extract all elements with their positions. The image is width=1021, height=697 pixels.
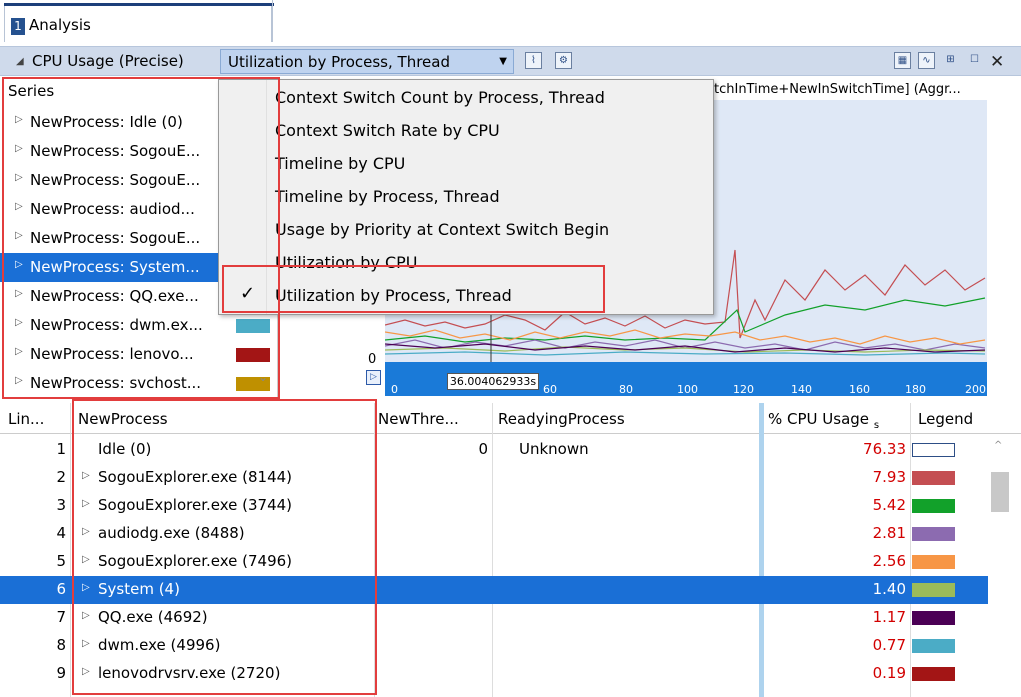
menu-item[interactable]: Timeline by CPU (275, 154, 405, 173)
series-line-dwm (385, 351, 986, 356)
graph-title[interactable]: CPU Usage (Precise) (32, 52, 184, 70)
y-axis-zero-label: 0 (368, 352, 377, 367)
row-legend-swatch[interactable] (912, 499, 955, 513)
row-cpu-usage: 7.93 (872, 468, 906, 486)
column-header-legend[interactable]: Legend (918, 410, 973, 428)
row-legend-swatch[interactable] (912, 667, 955, 681)
row-line-number: 1 (56, 440, 66, 458)
line-view-icon[interactable]: ∿ (918, 52, 935, 69)
row-legend-swatch[interactable] (912, 583, 955, 597)
chevron-down-icon: ▼ (499, 56, 507, 67)
scroll-up-icon[interactable]: ^ (994, 440, 1002, 451)
tab-accent (4, 3, 274, 6)
preset-dropdown-label: Utilization by Process, Thread (228, 53, 450, 71)
zoom-icon[interactable]: ▷ (366, 370, 381, 385)
x-tick-label: 100 (677, 383, 698, 396)
collapse-icon[interactable]: ◢ (16, 56, 24, 67)
annotation-box-process-column (72, 399, 377, 695)
graph-toolbar: ◢ CPU Usage (Precise) Utilization by Pro… (0, 46, 1021, 76)
row-line-number: 7 (56, 608, 66, 626)
row-cpu-usage: 2.81 (872, 524, 906, 542)
column-header-newthread[interactable]: NewThre... (378, 410, 459, 428)
tab-label: Analysis (29, 16, 91, 34)
row-line-number: 2 (56, 468, 66, 486)
row-line-number: 3 (56, 496, 66, 514)
row-legend-swatch[interactable] (912, 611, 955, 625)
preset-dropdown[interactable]: Utilization by Process, Thread ▼ (220, 49, 514, 74)
row-cpu-usage: 5.42 (872, 496, 906, 514)
annotation-box-menu-item (222, 265, 605, 313)
row-cpu-usage: 1.40 (872, 580, 906, 598)
cpu-usage-header-label: % CPU Usage (768, 410, 870, 428)
row-cpu-usage: 2.56 (872, 552, 906, 570)
x-tick-label: 60 (543, 383, 557, 396)
table-view-icon[interactable]: ⊞ (942, 52, 959, 69)
menu-item[interactable]: Timeline by Process, Thread (275, 187, 500, 206)
row-cpu-usage: 76.33 (863, 440, 906, 458)
column-header-readyingprocess[interactable]: ReadyingProcess (498, 410, 625, 428)
series-line-system (385, 346, 986, 353)
row-legend-swatch[interactable] (912, 555, 955, 569)
x-tick-label: 200 (965, 383, 986, 396)
x-tick-label: 120 (733, 383, 754, 396)
column-header-line[interactable]: Lin... (8, 410, 44, 428)
column-header-cpu-usage[interactable]: % CPU Usage s (768, 410, 879, 431)
row-cpu-usage: 0.19 (872, 664, 906, 682)
row-cpu-usage: 1.17 (872, 608, 906, 626)
row-line-number: 8 (56, 636, 66, 654)
row-new-thread: 0 (478, 440, 488, 458)
x-tick-label: 140 (791, 383, 812, 396)
vertical-scrollbar[interactable]: ^ (988, 434, 1021, 697)
close-icon[interactable]: ✕ (990, 52, 1004, 72)
row-legend-swatch[interactable] (912, 471, 955, 485)
row-legend-swatch[interactable] (912, 443, 955, 457)
x-tick-label: 160 (849, 383, 870, 396)
row-legend-swatch[interactable] (912, 639, 955, 653)
row-cpu-usage: 0.77 (872, 636, 906, 654)
scrollbar-thumb[interactable] (991, 472, 1009, 512)
x-tick-label: 80 (619, 383, 633, 396)
tab-divider (272, 0, 273, 42)
cursor-time-label: 36.004062933s (447, 373, 539, 390)
chart-icon[interactable]: ⌇ (525, 52, 542, 69)
tab-number-badge: 1 (11, 18, 25, 35)
x-tick-label: 180 (905, 383, 926, 396)
row-readying-process: Unknown (519, 440, 589, 458)
menu-item[interactable]: Context Switch Rate by CPU (275, 121, 500, 140)
menu-item[interactable]: Usage by Priority at Context Switch Begi… (275, 220, 609, 239)
x-tick-label: 0 (391, 383, 398, 396)
graph-view-icon[interactable]: ▦ (894, 52, 911, 69)
row-legend-swatch[interactable] (912, 527, 955, 541)
row-line-number: 4 (56, 524, 66, 542)
maximize-icon[interactable]: ☐ (966, 52, 983, 69)
row-line-number: 9 (56, 664, 66, 682)
row-line-number: 6 (56, 580, 66, 598)
settings-icon[interactable]: ⚙ (555, 52, 572, 69)
menu-item[interactable]: Context Switch Count by Process, Thread (275, 88, 605, 107)
tab-analysis[interactable]: 1 Analysis (4, 3, 274, 42)
annotation-box-series (2, 77, 280, 399)
chart-caption: tchInTime+NewInSwitchTime] (Aggr... (714, 82, 961, 97)
row-line-number: 5 (56, 552, 66, 570)
cpu-usage-header-sub: s (873, 420, 880, 431)
